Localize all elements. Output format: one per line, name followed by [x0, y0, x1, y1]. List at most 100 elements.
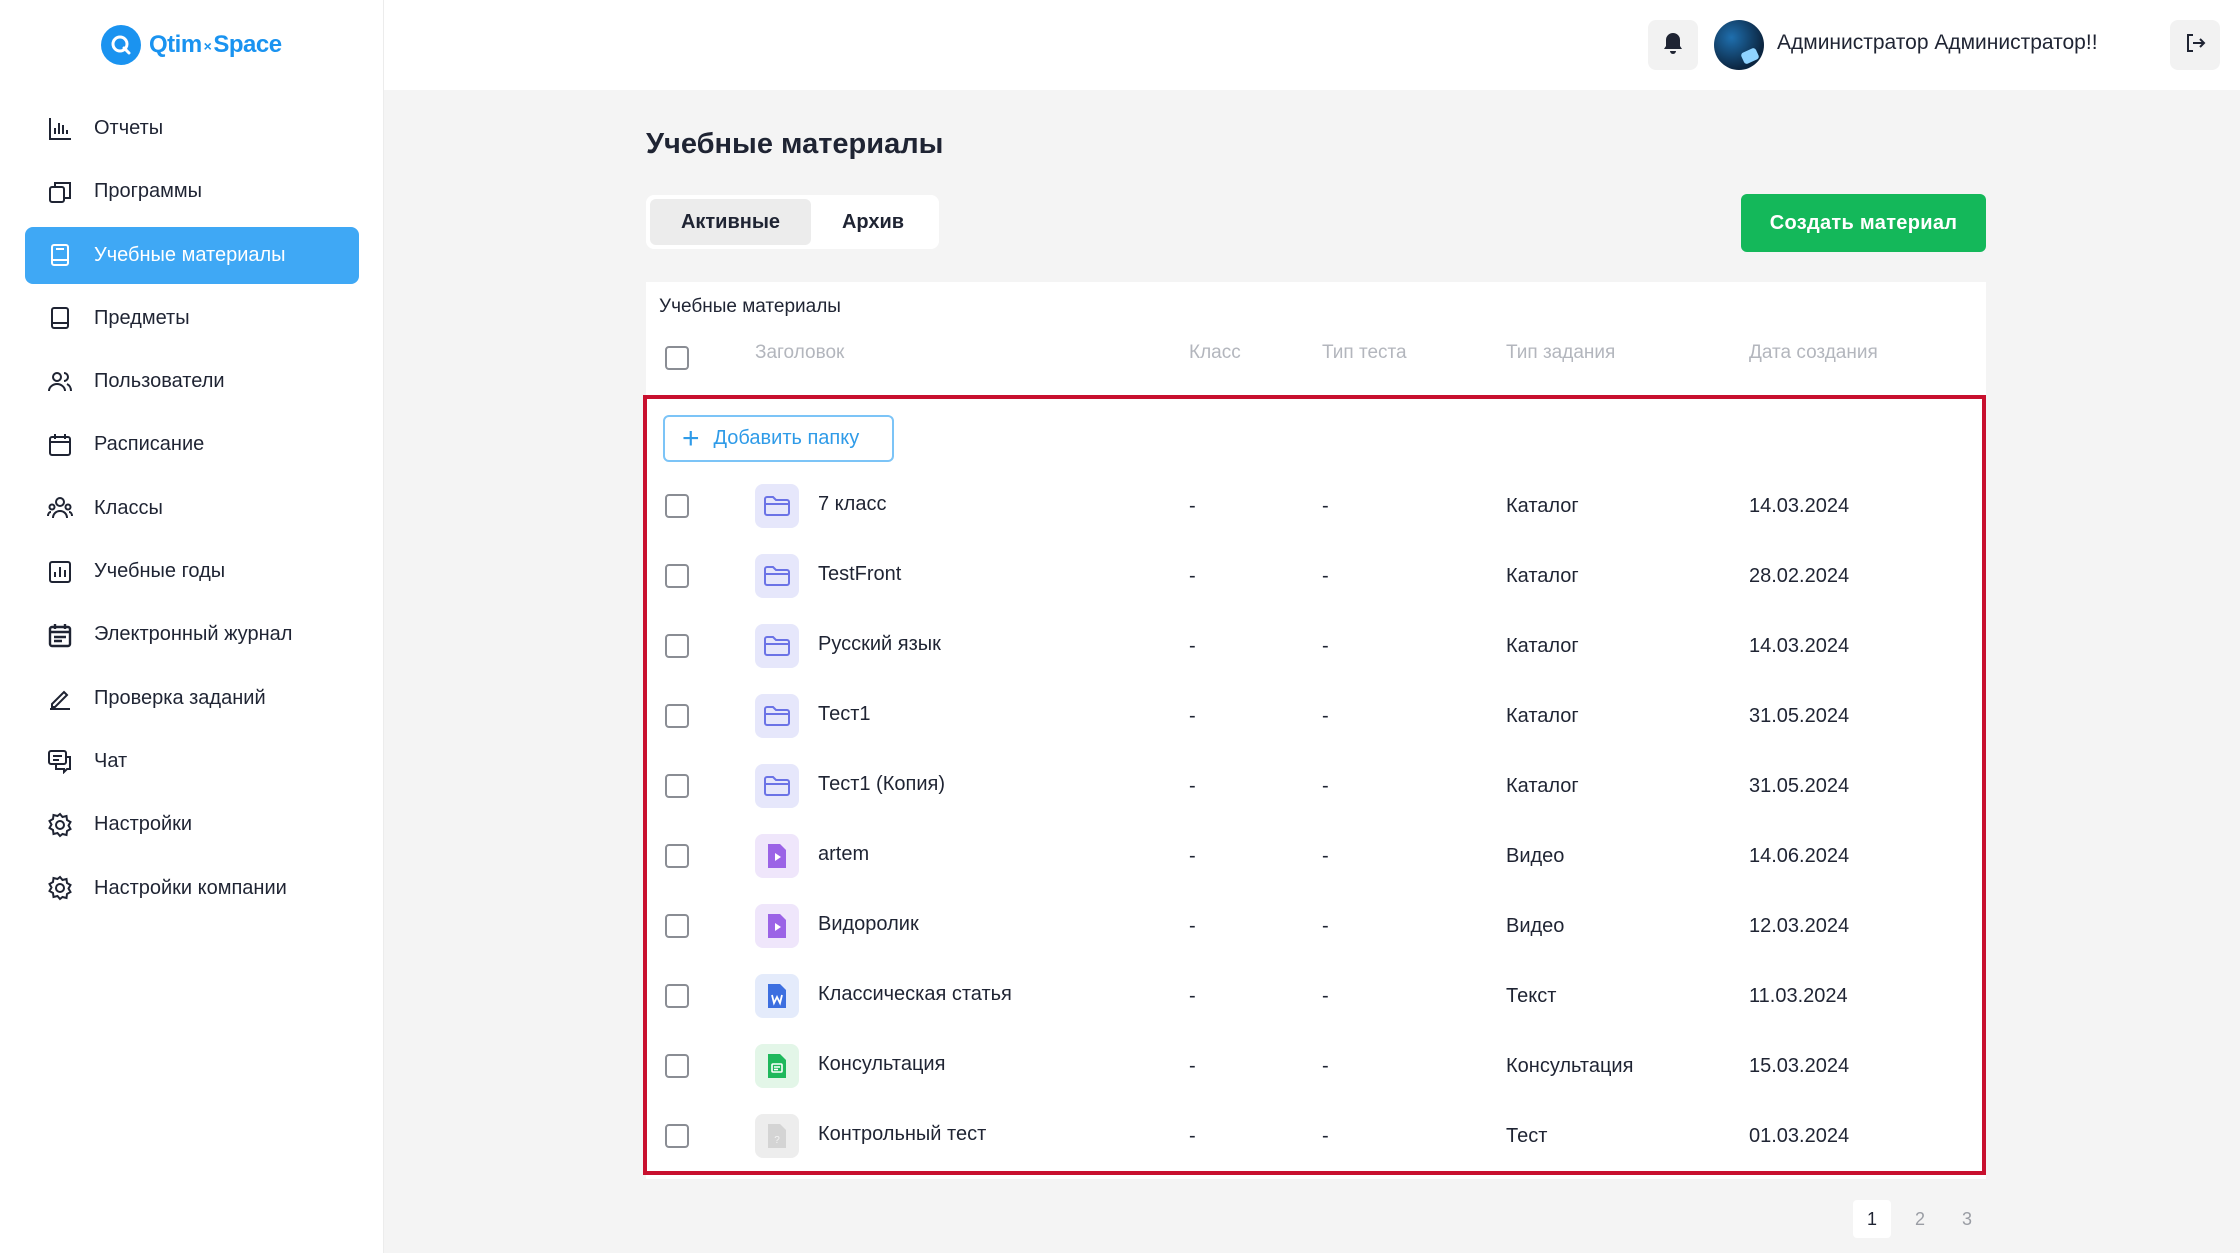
- row-checkbox[interactable]: [665, 1124, 689, 1148]
- sidebar-item-task-review[interactable]: Проверка заданий: [25, 670, 359, 727]
- row-test-type: -: [1322, 915, 1329, 937]
- table-row[interactable]: artem - - Видео 14.06.2024: [646, 821, 1986, 891]
- row-checkbox[interactable]: [665, 844, 689, 868]
- table-header: Заголовок Класс Тип теста Тип задания Да…: [646, 332, 1986, 372]
- row-title[interactable]: artem: [818, 843, 869, 866]
- gear-icon: [46, 811, 74, 839]
- class-group-icon: [46, 494, 74, 522]
- tab-archive[interactable]: Архив: [813, 199, 933, 245]
- table-row[interactable]: 7 класс - - Каталог 14.03.2024: [646, 471, 1986, 541]
- brand-name-left: Qtim: [149, 31, 202, 58]
- table-row[interactable]: TestFront - - Каталог 28.02.2024: [646, 541, 1986, 611]
- row-grade: -: [1189, 1125, 1196, 1147]
- row-title[interactable]: Консультация: [818, 1053, 945, 1076]
- row-created: 15.03.2024: [1749, 1055, 1850, 1077]
- bell-icon: [1662, 31, 1684, 60]
- word-doc-icon: [755, 974, 799, 1018]
- pagination-page-1[interactable]: 1: [1853, 1200, 1891, 1238]
- plus-icon: +: [682, 421, 700, 455]
- row-checkbox[interactable]: [665, 1054, 689, 1078]
- table-row[interactable]: Тест1 - - Каталог 31.05.2024: [646, 681, 1986, 751]
- column-title[interactable]: Заголовок: [755, 342, 844, 364]
- row-checkbox[interactable]: [665, 984, 689, 1008]
- folder-icon: [755, 764, 799, 808]
- create-material-button[interactable]: Создать материал: [1741, 194, 1986, 252]
- table-row[interactable]: Видоролик - - Видео 12.03.2024: [646, 891, 1986, 961]
- sidebar-item-label: Настройки: [94, 813, 193, 836]
- pagination-page-2[interactable]: 2: [1901, 1200, 1939, 1238]
- sidebar-item-reports[interactable]: Отчеты: [25, 100, 359, 157]
- row-checkbox[interactable]: [665, 704, 689, 728]
- row-title[interactable]: Русский язык: [818, 633, 941, 656]
- sidebar-item-label: Программы: [94, 180, 203, 203]
- sidebar-item-label: Предметы: [94, 306, 190, 329]
- brand-logo[interactable]: Qtim ×Space: [101, 24, 282, 66]
- row-created: 14.03.2024: [1749, 635, 1850, 657]
- logout-button[interactable]: [2170, 20, 2220, 70]
- row-title[interactable]: Тест1: [818, 703, 871, 726]
- sidebar-item-subjects[interactable]: Предметы: [25, 290, 359, 347]
- sidebar-item-label: Отчеты: [94, 117, 164, 139]
- select-all-checkbox[interactable]: [665, 346, 689, 370]
- row-checkbox[interactable]: [665, 914, 689, 938]
- row-checkbox[interactable]: [665, 564, 689, 588]
- users-icon: [46, 368, 74, 396]
- table-row[interactable]: Русский язык - - Каталог 14.03.2024: [646, 611, 1986, 681]
- chart-box-icon: [46, 558, 74, 586]
- row-title[interactable]: Тест1 (Копия): [818, 773, 945, 796]
- table-row[interactable]: Классическая статья - - Текст 11.03.2024: [646, 961, 1986, 1031]
- row-task-type: Текст: [1506, 985, 1557, 1007]
- notifications-button[interactable]: [1648, 20, 1698, 70]
- sidebar-item-classes[interactable]: Классы: [25, 480, 359, 537]
- avatar[interactable]: [1714, 20, 1764, 70]
- sidebar-item-programs[interactable]: Программы: [25, 163, 359, 220]
- sidebar-item-label: Расписание: [94, 433, 205, 456]
- row-checkbox[interactable]: [665, 634, 689, 658]
- row-test-type: -: [1322, 565, 1329, 587]
- sidebar-item-users[interactable]: Пользователи: [25, 353, 359, 410]
- row-checkbox[interactable]: [665, 494, 689, 518]
- row-test-type: -: [1322, 495, 1329, 517]
- row-test-type: -: [1322, 845, 1329, 867]
- sidebar-item-school-years[interactable]: Учебные годы: [25, 543, 359, 600]
- table-row[interactable]: ? Контрольный тест - - Тест 01.03.2024: [646, 1101, 1986, 1171]
- column-task-type[interactable]: Тип задания: [1506, 342, 1615, 364]
- sidebar-item-learning-materials[interactable]: Учебные материалы: [25, 226, 359, 284]
- row-created: 28.02.2024: [1749, 565, 1850, 587]
- calendar-icon: [46, 431, 74, 459]
- column-created[interactable]: Дата создания: [1749, 342, 1878, 364]
- row-title[interactable]: Видоролик: [818, 913, 919, 936]
- table-row[interactable]: Консультация - - Консультация 15.03.2024: [646, 1031, 1986, 1101]
- add-folder-button[interactable]: + Добавить папку: [663, 415, 894, 462]
- sidebar-item-label: Классы: [94, 496, 163, 519]
- row-title[interactable]: Контрольный тест: [818, 1123, 986, 1146]
- user-name[interactable]: Администратор Администратор!!: [1777, 31, 2098, 55]
- sidebar-item-schedule[interactable]: Расписание: [25, 416, 359, 473]
- sidebar-item-company-settings[interactable]: Настройки компании: [25, 860, 359, 917]
- pagination-page-3[interactable]: 3: [1948, 1200, 1986, 1238]
- row-checkbox[interactable]: [665, 774, 689, 798]
- table-row[interactable]: Тест1 (Копия) - - Каталог 31.05.2024: [646, 751, 1986, 821]
- row-title[interactable]: Классическая статья: [818, 983, 1012, 1006]
- row-title[interactable]: 7 класс: [818, 493, 886, 516]
- row-test-type: -: [1322, 1055, 1329, 1077]
- row-created: 11.03.2024: [1749, 985, 1848, 1007]
- row-created: 14.06.2024: [1749, 845, 1850, 867]
- folder-icon: [755, 484, 799, 528]
- row-created: 31.05.2024: [1749, 775, 1850, 797]
- row-grade: -: [1189, 635, 1196, 657]
- row-title[interactable]: TestFront: [818, 563, 901, 586]
- row-task-type: Каталог: [1506, 775, 1579, 797]
- folder-icon: [755, 694, 799, 738]
- row-task-type: Каталог: [1506, 635, 1579, 657]
- column-grade[interactable]: Класс: [1189, 342, 1241, 364]
- column-test-type[interactable]: Тип теста: [1322, 342, 1407, 364]
- sidebar-item-chat[interactable]: Чат: [25, 733, 359, 790]
- tab-active[interactable]: Активные: [650, 199, 811, 245]
- row-grade: -: [1189, 915, 1196, 937]
- sidebar-item-label: Чат: [94, 749, 128, 772]
- sidebar-item-settings[interactable]: Настройки: [25, 796, 359, 853]
- sidebar-item-label: Учебные материалы: [94, 243, 286, 266]
- gear-icon: [46, 874, 74, 902]
- sidebar-item-e-journal[interactable]: Электронный журнал: [25, 606, 359, 663]
